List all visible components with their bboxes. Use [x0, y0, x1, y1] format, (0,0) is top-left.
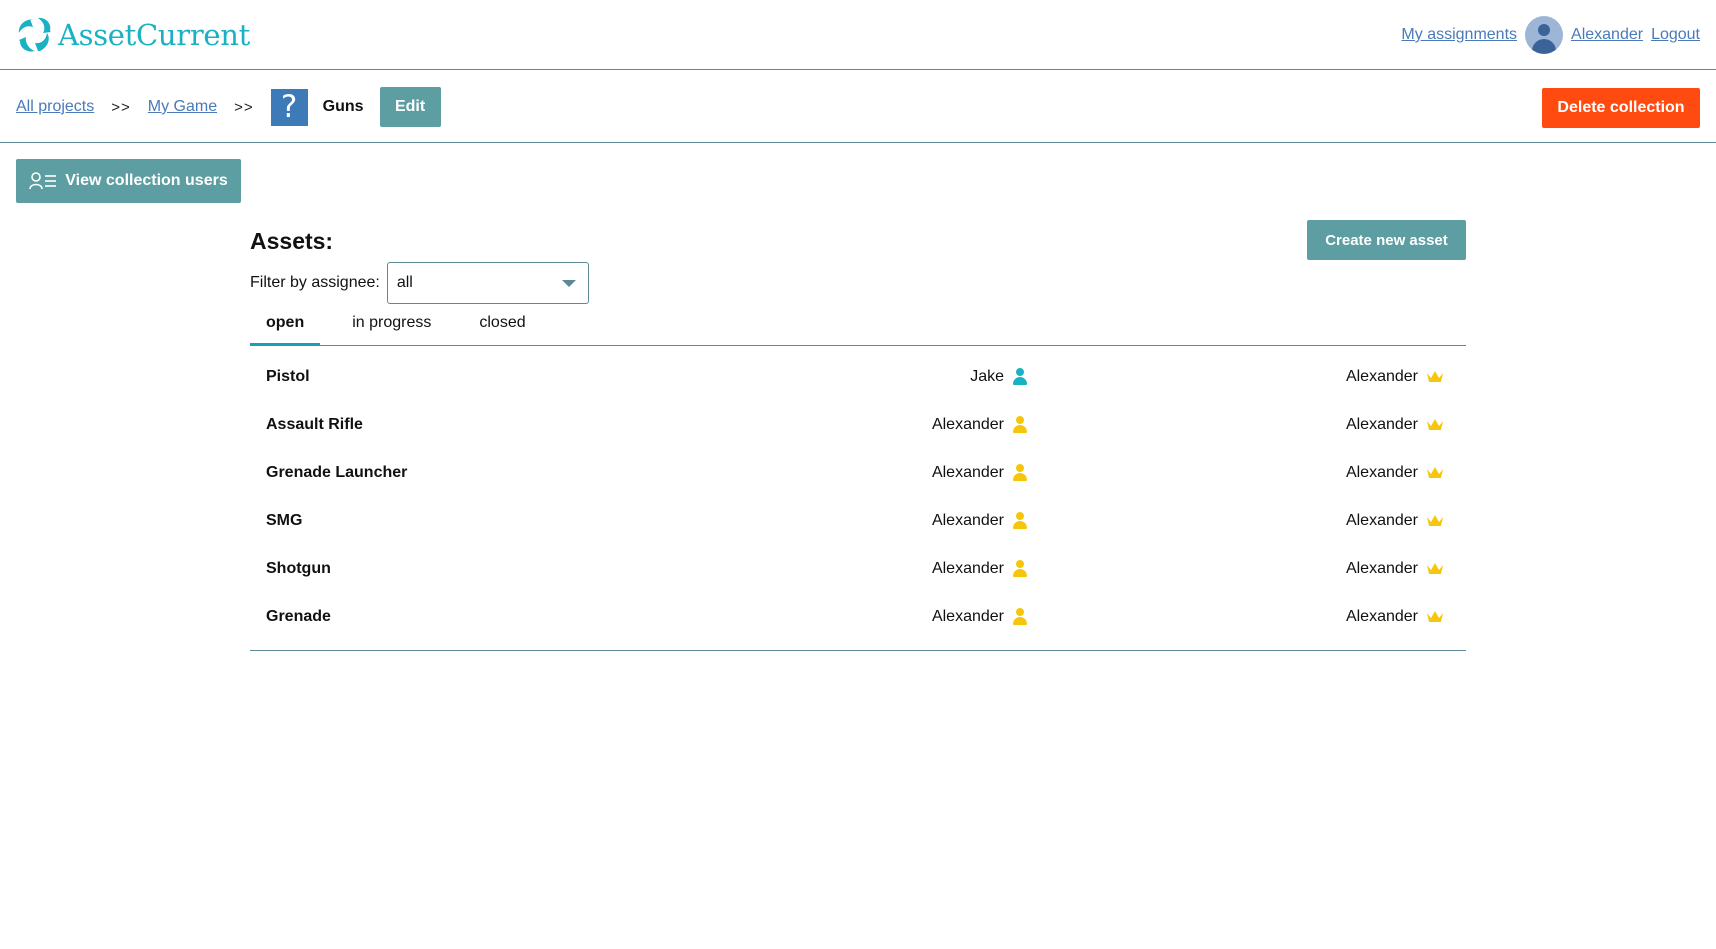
person-icon-teal [1012, 368, 1028, 386]
asset-assignee: Alexander [932, 608, 1028, 626]
view-collection-users-label: View collection users [65, 172, 228, 189]
breadcrumb: All projects >> My Game >> ? Guns Edit [16, 87, 441, 127]
owner-name: Alexander [1345, 416, 1418, 433]
assignee-select[interactable]: all [386, 262, 589, 304]
person-icon-yellow [1012, 560, 1028, 578]
owner-name: Alexander [1345, 608, 1418, 625]
crown-icon [1427, 611, 1443, 622]
asset-assignee: Alexander [932, 464, 1028, 482]
person-icon-yellow [1012, 608, 1028, 626]
assignee-name: Alexander [931, 416, 1004, 433]
assignee-name: Jake [970, 368, 1004, 385]
person-icon-yellow [1012, 512, 1028, 530]
asset-owner: Alexander [1346, 368, 1444, 386]
view-collection-users-button[interactable]: View collection users [16, 159, 241, 203]
owner-name: Alexander [1345, 560, 1418, 577]
filter-label: Filter by assignee: [250, 274, 380, 291]
brand-name: AssetCurrent [58, 18, 251, 52]
my-assignments-link[interactable]: My assignments [1401, 26, 1517, 44]
asset-name[interactable]: Assault Rifle [266, 416, 363, 434]
asset-name[interactable]: SMG [266, 512, 302, 530]
asset-name[interactable]: Grenade [266, 608, 331, 626]
crown-icon [1427, 467, 1443, 478]
user-name-link[interactable]: Alexander [1571, 26, 1643, 44]
create-new-asset-button[interactable]: Create new asset [1307, 220, 1466, 260]
breadcrumb-separator: >> [234, 98, 254, 116]
assignee-filter: Filter by assignee: all [250, 262, 589, 304]
logout-link[interactable]: Logout [1651, 26, 1700, 44]
asset-name[interactable]: Grenade Launcher [266, 464, 407, 482]
asset-row[interactable]: SMG Alexander Alexander [250, 498, 1466, 546]
person-icon-yellow [1012, 464, 1028, 482]
chevron-down-icon [561, 280, 576, 287]
crown-icon [1427, 371, 1443, 382]
asset-assignee: Jake [970, 368, 1028, 386]
user-menu: My assignments Alexander Logout [1401, 15, 1700, 55]
user-list-icon [29, 172, 57, 190]
avatar-body [1532, 39, 1557, 54]
asset-name[interactable]: Shotgun [266, 560, 331, 578]
delete-collection-button[interactable]: Delete collection [1542, 88, 1700, 128]
asset-owner: Alexander [1346, 608, 1444, 626]
assignee-name: Alexander [931, 464, 1004, 481]
asset-row[interactable]: Pistol Jake Alexander [250, 354, 1466, 402]
asset-name[interactable]: Pistol [266, 368, 310, 386]
asset-row[interactable]: Assault Rifle Alexander Alexander [250, 402, 1466, 450]
assignee-name: Alexander [931, 608, 1004, 625]
asset-owner: Alexander [1346, 512, 1444, 530]
asset-row[interactable]: Grenade Launcher Alexander Alexander [250, 450, 1466, 498]
asset-row[interactable]: Shotgun Alexander Alexander [250, 546, 1466, 594]
asset-assignee: Alexander [932, 512, 1028, 530]
asset-owner: Alexander [1346, 464, 1444, 482]
assignee-name: Alexander [931, 512, 1004, 529]
breadcrumb-bar: All projects >> My Game >> ? Guns Edit D… [0, 70, 1716, 143]
crown-icon [1427, 515, 1443, 526]
avatar-head [1538, 24, 1551, 36]
crown-icon [1427, 563, 1443, 574]
brand-logo-icon [18, 17, 51, 52]
breadcrumb-all-projects[interactable]: All projects [16, 98, 94, 116]
edit-button[interactable]: Edit [379, 87, 441, 127]
brand[interactable]: AssetCurrent [14, 15, 250, 55]
collection-question-icon: ? [270, 88, 308, 126]
breadcrumb-separator: >> [111, 98, 131, 116]
crown-icon [1427, 419, 1443, 430]
asset-row[interactable]: Grenade Alexander Alexander [250, 594, 1466, 642]
breadcrumb-project[interactable]: My Game [148, 98, 217, 116]
tab-open[interactable]: open [250, 313, 321, 346]
avatar[interactable] [1525, 16, 1564, 54]
status-tabs: open in progress closed [250, 313, 1466, 346]
owner-name: Alexander [1345, 368, 1418, 385]
assignee-name: Alexander [931, 560, 1004, 577]
top-navbar: AssetCurrent My assignments Alexander Lo… [0, 0, 1716, 70]
asset-owner: Alexander [1346, 560, 1444, 578]
tab-closed[interactable]: closed [463, 313, 541, 346]
asset-owner: Alexander [1346, 416, 1444, 434]
owner-name: Alexander [1345, 512, 1418, 529]
breadcrumb-current: Guns [322, 98, 364, 115]
assignee-select-value: all [396, 274, 413, 291]
person-icon-yellow [1012, 416, 1028, 434]
asset-assignee: Alexander [932, 416, 1028, 434]
asset-assignee: Alexander [932, 560, 1028, 578]
tab-in-progress[interactable]: in progress [336, 313, 447, 346]
assets-title: Assets: [250, 228, 334, 254]
owner-name: Alexander [1345, 464, 1418, 481]
asset-list: Pistol Jake Alexander Assault Rifle Alex… [250, 346, 1466, 651]
